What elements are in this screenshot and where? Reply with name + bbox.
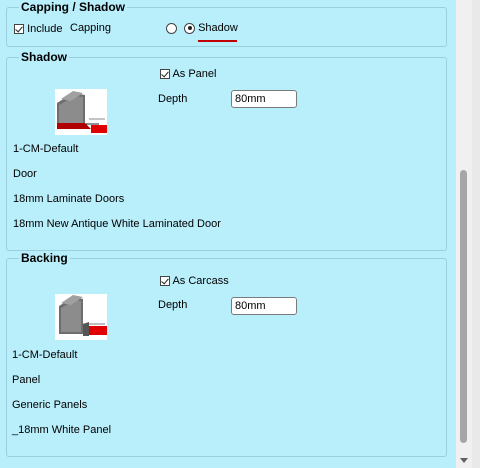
backing-line-3: Generic Panels — [12, 399, 88, 411]
as-panel-checkbox[interactable] — [160, 69, 170, 80]
shadow-line-1: 1-CM-Default — [13, 143, 79, 155]
as-panel-checkbox-row[interactable]: As Panel — [160, 68, 216, 80]
backing-group: Backing As Carcass Depth 1-CM-Default Pa… — [6, 251, 447, 457]
vertical-scrollbar[interactable] — [456, 0, 472, 468]
shadow-radio-underline — [198, 40, 237, 42]
shadow-radio[interactable]: Shadow — [184, 22, 238, 34]
shadow-radio-circle[interactable] — [184, 22, 195, 34]
backing-panel-thumbnail — [55, 294, 107, 340]
backing-depth-label: Depth — [158, 299, 188, 311]
as-panel-label: As Panel — [172, 68, 217, 80]
capping-shadow-title: Capping / Shadow — [19, 0, 127, 14]
scroll-down-arrow-icon[interactable] — [460, 458, 468, 463]
settings-panel: Capping / Shadow Include Capping Shadow … — [0, 0, 456, 468]
shadow-panel-image — [55, 89, 107, 135]
shadow-line-3: 18mm Laminate Doors — [13, 193, 125, 205]
as-carcass-checkbox-row[interactable]: As Carcass — [160, 275, 229, 287]
scrollbar-thumb[interactable] — [460, 170, 467, 443]
include-checkbox[interactable] — [14, 24, 24, 35]
include-label: Include — [27, 23, 63, 35]
shadow-title: Shadow — [19, 50, 70, 64]
window-edge — [472, 0, 480, 468]
capping-shadow-group: Capping / Shadow Include Capping Shadow — [6, 0, 447, 47]
as-carcass-checkbox[interactable] — [160, 276, 170, 287]
as-carcass-label: As Carcass — [172, 275, 229, 287]
capping-radio[interactable] — [166, 22, 177, 34]
include-checkbox-row[interactable]: Include — [14, 23, 63, 35]
shadow-radio-label: Shadow — [198, 22, 238, 34]
shadow-depth-label: Depth — [158, 93, 188, 105]
backing-line-1: 1-CM-Default — [12, 349, 78, 361]
shadow-line-2: Door — [13, 168, 37, 180]
backing-title: Backing — [19, 251, 70, 265]
backing-line-2: Panel — [12, 374, 41, 386]
capping-text: Capping — [70, 22, 111, 34]
backing-panel-image — [55, 294, 107, 340]
shadow-line-4: 18mm New Antique White Laminated Door — [13, 218, 221, 230]
capping-radio-circle[interactable] — [166, 22, 177, 34]
shadow-depth-input[interactable] — [231, 90, 297, 108]
shadow-panel-thumbnail — [55, 89, 107, 135]
backing-line-4: _18mm White Panel — [12, 424, 112, 436]
backing-depth-input[interactable] — [231, 297, 297, 315]
shadow-group: Shadow As Panel Depth 1-CM-Default Door … — [6, 50, 447, 251]
